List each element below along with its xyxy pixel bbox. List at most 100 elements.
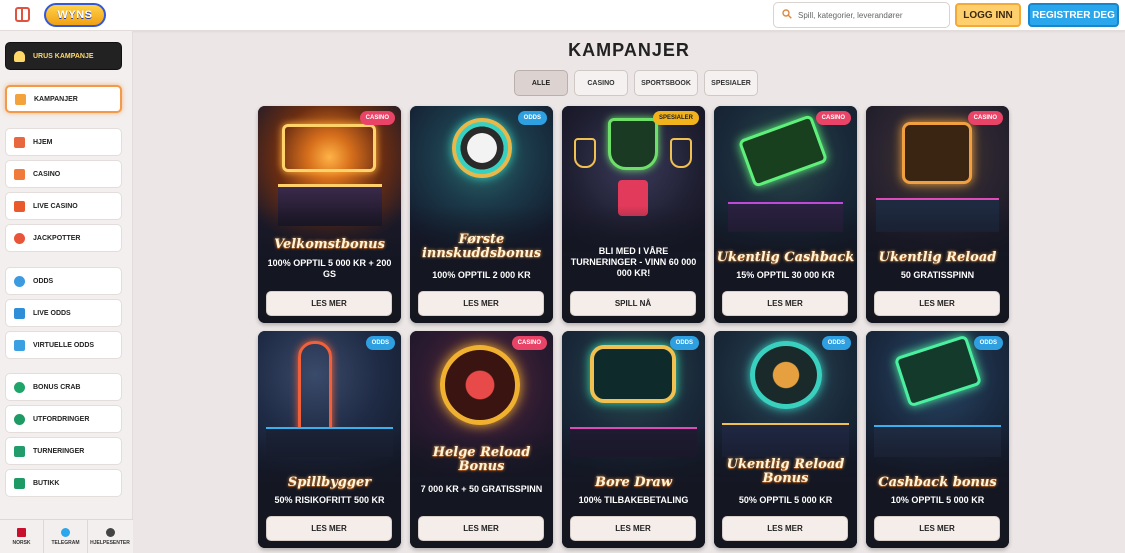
sidebar-item-label: ODDS xyxy=(33,277,54,285)
telegram-button[interactable]: TELEGRAM xyxy=(44,520,88,553)
category-badge: ODDS xyxy=(821,336,851,350)
card-subtitle: 100% TILBAKEBETALING xyxy=(578,495,689,505)
read-more-button[interactable]: LES MER xyxy=(722,516,848,541)
card-script-title: Bore Draw xyxy=(594,475,673,490)
promo-card[interactable]: ODDS Cashback bonus 10% OPPTIL 5 000 KR … xyxy=(866,331,1009,548)
read-more-button[interactable]: LES MER xyxy=(874,516,1000,541)
top-header: WYNS LOGG INN REGISTRER DEG xyxy=(0,0,1125,31)
sidebar-item-label: BUTIKK xyxy=(33,479,60,487)
sidebar-item-label: BONUS CRAB xyxy=(33,383,81,391)
read-more-button[interactable]: LES MER xyxy=(266,516,392,541)
footer-label: NORSK xyxy=(12,539,31,546)
promo-card[interactable]: ODDS Spillbygger 50% RISIKOFRITT 500 KR … xyxy=(258,331,401,548)
category-badge: CASINO xyxy=(815,111,851,125)
tab-spesialer[interactable]: SPESIALER xyxy=(704,70,758,96)
sidebar-item-turneringer[interactable]: TURNERINGER xyxy=(5,437,122,465)
home-icon xyxy=(14,136,25,148)
crab-icon xyxy=(14,381,25,393)
tab-casino[interactable]: CASINO xyxy=(574,70,628,96)
basket-icon xyxy=(14,477,25,489)
live-icon xyxy=(14,307,25,319)
category-badge: ODDS xyxy=(669,336,699,350)
scoreboard-icon xyxy=(590,345,676,403)
sidebar-toggle-icon[interactable] xyxy=(15,7,30,22)
page-title: KAMPANJER xyxy=(568,40,690,60)
register-button[interactable]: REGISTRER DEG xyxy=(1028,3,1119,27)
help-center-button[interactable]: HJELPESENTER xyxy=(88,520,132,553)
sidebar-item-live-casino[interactable]: LIVE CASINO xyxy=(5,192,122,220)
sidebar-item-virtuelle-odds[interactable]: VIRTUELLE ODDS xyxy=(5,331,122,359)
crown-icon xyxy=(14,50,25,62)
sidebar-item-label: LIVE ODDS xyxy=(33,309,71,317)
filter-tabs: ALLE CASINO SPORTSBOOK SPESIALER xyxy=(514,70,758,96)
card-script-title: Cashback bonus xyxy=(878,475,997,490)
sidebar-item-utfordringer[interactable]: UTFORDRINGER xyxy=(5,405,122,433)
trophy-icon xyxy=(608,118,658,170)
category-badge: ODDS xyxy=(365,336,395,350)
sidebar-item-live-odds[interactable]: LIVE ODDS xyxy=(5,299,122,327)
read-more-button[interactable]: LES MER xyxy=(266,291,392,316)
sidebar-item-jackpotter[interactable]: JACKPOTTER xyxy=(5,224,122,252)
sidebar-item-label: CASINO xyxy=(33,170,61,178)
category-badge: ODDS xyxy=(973,336,1003,350)
telegram-icon xyxy=(61,527,70,537)
tab-alle[interactable]: ALLE xyxy=(514,70,568,96)
sidebar-item-kampanjer[interactable]: KAMPANJER xyxy=(5,85,122,113)
category-badge: CASINO xyxy=(511,336,547,350)
sidebar-item-butikk[interactable]: BUTIKK xyxy=(5,469,122,497)
promo-card[interactable]: ODDS Ukentlig Reload Bonus 50% OPPTIL 5 … xyxy=(714,331,857,548)
card-subtitle: 50 GRATISSPINN xyxy=(900,270,975,280)
read-more-button[interactable]: LES MER xyxy=(722,291,848,316)
card-script-title: Første innskuddsbonus xyxy=(421,232,542,261)
card-subtitle: 50% RISIKOFRITT 500 KR xyxy=(274,495,385,505)
sidebar-item-bonus-crab[interactable]: BONUS CRAB xyxy=(5,373,122,401)
card-subtitle: 7 000 KR + 50 GRATISSPINN xyxy=(420,484,543,494)
slot-machine-icon xyxy=(902,122,972,184)
gift-icon xyxy=(15,93,26,105)
logo[interactable]: WYNS xyxy=(44,3,106,27)
play-now-button[interactable]: SPILL NÅ xyxy=(570,291,696,316)
read-more-button[interactable]: LES MER xyxy=(570,516,696,541)
sidebar-item-odds[interactable]: ODDS xyxy=(5,267,122,295)
sidebar-item-casino[interactable]: CASINO xyxy=(5,160,122,188)
podium-icon xyxy=(14,445,25,457)
flag-icon xyxy=(17,527,26,537)
card-subtitle: 100% OPPTIL 2 000 KR xyxy=(432,270,531,280)
language-button[interactable]: NORSK xyxy=(0,520,44,553)
promo-card[interactable]: ODDS Bore Draw 100% TILBAKEBETALING LES … xyxy=(562,331,705,548)
promo-card[interactable]: CASINO Velkomstbonus 100% OPPTIL 5 000 K… xyxy=(258,106,401,323)
promo-card[interactable]: CASINO Ukentlig Reload 50 GRATISSPINN LE… xyxy=(866,106,1009,323)
read-more-button[interactable]: LES MER xyxy=(418,516,544,541)
read-more-button[interactable]: LES MER xyxy=(874,291,1000,316)
footer-label: TELEGRAM xyxy=(51,539,80,546)
tab-sportsbook[interactable]: SPORTSBOOK xyxy=(634,70,698,96)
cash-icon xyxy=(737,114,829,188)
card-subtitle: 100% OPPTIL 5 000 KR + 200 GS xyxy=(267,258,392,279)
sidebar: URUS KAMPANJE KAMPANJER HJEM CASINO LIVE… xyxy=(0,31,133,553)
card-subtitle: BLI MED I VÅRE TURNERINGER - VINN 60 000… xyxy=(570,246,697,278)
card-subtitle: 50% OPPTIL 5 000 KR xyxy=(738,495,833,505)
promo-card[interactable]: ODDS Første innskuddsbonus 100% OPPTIL 2… xyxy=(410,106,553,323)
neon-cowboy-icon xyxy=(298,341,332,433)
sidebar-item-hjem[interactable]: HJEM xyxy=(5,128,122,156)
category-badge: ODDS xyxy=(517,111,547,125)
sidebar-footer: NORSK TELEGRAM HJELPESENTER xyxy=(0,519,133,553)
cash-icon xyxy=(893,334,983,408)
promo-card[interactable]: CASINO Helge Reload Bonus 7 000 KR + 50 … xyxy=(410,331,553,548)
sidebar-item-label: JACKPOTTER xyxy=(33,234,81,242)
sidebar-item-label: KAMPANJER xyxy=(34,95,78,103)
trophy-icon xyxy=(670,138,692,168)
chip-icon xyxy=(440,345,520,425)
search-input[interactable] xyxy=(798,7,946,24)
read-more-button[interactable]: LES MER xyxy=(418,291,544,316)
sidebar-item-urus-kampanje[interactable]: URUS KAMPANJE xyxy=(5,42,122,70)
promo-card[interactable]: SPESIALER BLI MED I VÅRE TURNERINGER - V… xyxy=(562,106,705,323)
category-badge: CASINO xyxy=(359,111,395,125)
search-box[interactable] xyxy=(773,2,950,28)
login-button[interactable]: LOGG INN xyxy=(955,3,1021,27)
card-script-title: Ukentlig Reload xyxy=(878,250,997,265)
sidebar-item-label: LIVE CASINO xyxy=(33,202,78,210)
promo-card[interactable]: CASINO Ukentlig Cashback 15% OPPTIL 30 0… xyxy=(714,106,857,323)
sidebar-item-label: TURNERINGER xyxy=(33,447,85,455)
football-icon xyxy=(452,118,512,178)
